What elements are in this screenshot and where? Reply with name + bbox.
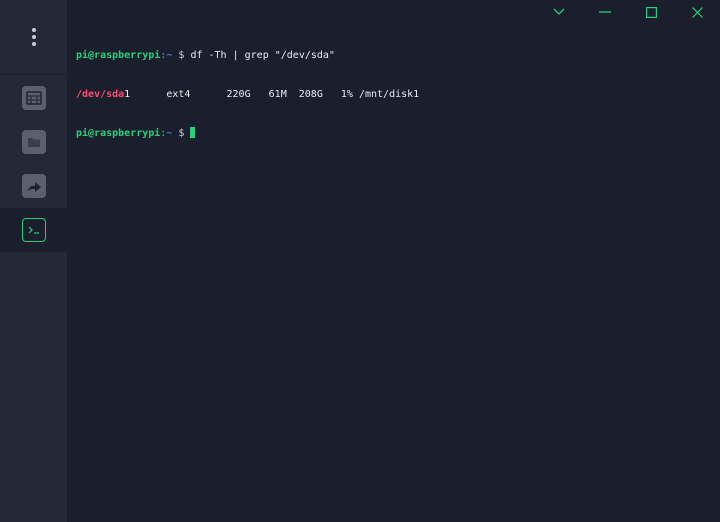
prompt-path: ~ [166,50,173,61]
prompt-user: pi@raspberrypi [76,128,161,139]
terminal-line-command: pi@raspberrypi:~ $ df -Th | grep "/dev/s… [76,49,720,62]
grep-match: /dev/sda [76,89,125,100]
terminal-line-output: /dev/sda1 ext4 220G 61M 208G 1% /mnt/dis… [76,88,720,101]
prompt-symbol: $ [178,128,185,139]
close-icon [691,6,703,18]
sidebar-item-terminal[interactable] [0,208,67,252]
sidebar-item-port-forwarding[interactable] [0,164,67,208]
monitor-grid-icon [21,86,46,110]
terminal-output[interactable]: pi@raspberrypi:~ $ df -Th | grep "/dev/s… [76,23,720,153]
collapse-button[interactable] [536,0,582,24]
prompt-symbol: $ [178,50,185,61]
sidebar [0,0,67,522]
terminal-cursor[interactable] [190,127,196,138]
terminal-line-prompt: pi@raspberrypi:~ $ [76,127,720,140]
folder-icon [21,130,46,154]
maximize-button[interactable] [628,0,674,24]
output-text: 1 ext4 220G 61M 208G 1% /mnt/disk1 [124,89,420,100]
minimize-icon [599,11,611,13]
prompt-user: pi@raspberrypi [76,50,161,61]
command-text: df -Th | grep "/dev/sda" [190,50,335,61]
forward-arrow-icon [21,174,46,198]
minimize-button[interactable] [582,0,628,24]
maximize-icon [645,6,657,18]
chevron-down-icon [553,8,565,15]
sidebar-item-remote-desktop[interactable] [0,76,67,120]
kebab-menu-icon [31,28,36,46]
more-menu-button[interactable] [0,0,67,75]
prompt-path: ~ [166,128,173,139]
terminal-icon [21,218,46,242]
close-button[interactable] [674,0,720,24]
sidebar-item-files[interactable] [0,120,67,164]
